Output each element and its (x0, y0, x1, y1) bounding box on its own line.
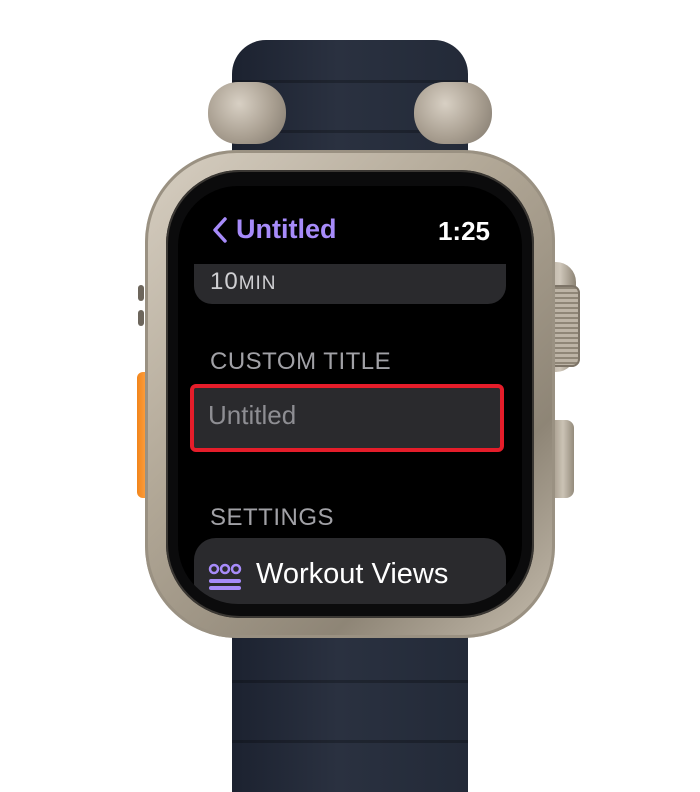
band-rib (232, 80, 468, 83)
custom-title-label: CUSTOM TITLE (210, 348, 392, 375)
workout-views-label: Workout Views (256, 558, 449, 590)
clock: 1:25 (437, 216, 490, 246)
back-label: Untitled (236, 214, 337, 244)
band-rib (232, 740, 468, 743)
watch-lug-right (414, 82, 492, 144)
duration-number: 10 (210, 268, 239, 295)
watch-band-bottom (232, 620, 468, 792)
duration-value: 10MIN (210, 268, 277, 296)
workout-views-row[interactable]: Workout Views (194, 538, 506, 604)
watch-lug-left (208, 82, 286, 144)
screen-header: Untitled 1:25 (178, 214, 522, 258)
settings-label: SETTINGS (210, 504, 335, 531)
side-button[interactable] (552, 420, 574, 498)
watch-screen: Untitled 1:25 10MIN CUSTOM TITLE SETTING… (178, 186, 522, 604)
apple-watch-device: Untitled 1:25 10MIN CUSTOM TITLE SETTING… (0, 0, 700, 792)
chevron-left-icon (212, 216, 228, 243)
custom-title-input[interactable] (208, 400, 488, 431)
duration-row[interactable]: 10MIN (194, 264, 506, 304)
back-button[interactable]: Untitled (212, 214, 337, 245)
workout-views-icon (208, 562, 242, 592)
duration-unit: MIN (238, 273, 277, 294)
band-rib (232, 680, 468, 683)
speaker-slot (138, 310, 144, 326)
custom-title-field[interactable] (190, 384, 504, 452)
speaker-slot (138, 285, 144, 301)
